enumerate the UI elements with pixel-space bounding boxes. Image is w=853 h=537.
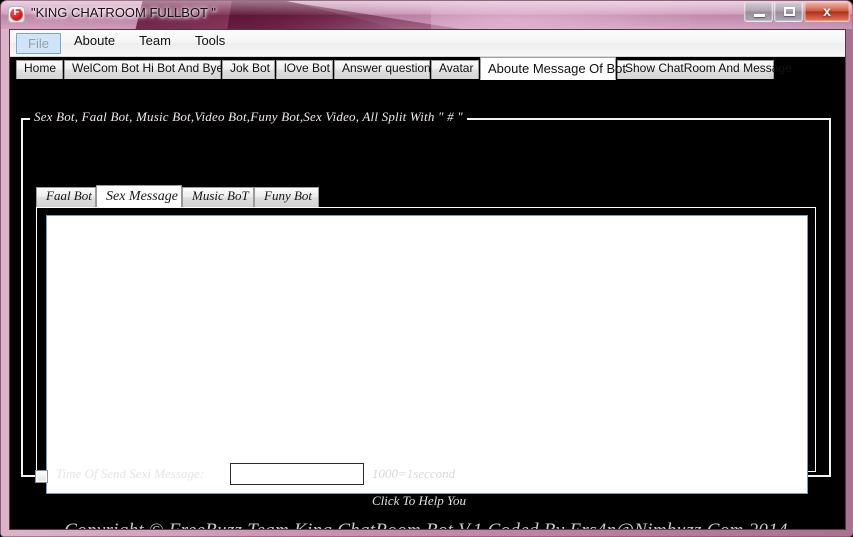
tab-aboute-message-of-bot[interactable]: Aboute Message Of Bot	[480, 57, 626, 80]
menu-bar: File Aboute Team Tools	[10, 30, 845, 57]
tab-avatar[interactable]: Avatar	[431, 60, 479, 79]
menu-item-aboute[interactable]: Aboute	[63, 33, 126, 54]
close-button[interactable]: x	[804, 2, 850, 22]
tab-page-aboute-message-of-bot: Sex Bot, Faal Bot, Music Bot,Video Bot,F…	[10, 80, 845, 529]
timer-label: Time Of Send Sexi Message:	[56, 466, 205, 481]
tab-show-chatroom-and-message[interactable]: Show ChatRoom And Message	[617, 60, 792, 79]
minimize-button[interactable]	[744, 2, 773, 22]
minimize-icon	[754, 14, 765, 17]
maximize-icon	[784, 7, 795, 16]
inner-tab-funy-bot[interactable]: Funy Bot	[254, 187, 319, 207]
application-window: F "KING CHATROOM FULLBOT " x File Aboute…	[0, 0, 853, 537]
menu-item-tools[interactable]: Tools	[184, 33, 236, 54]
freebuzz-logo-icon[interactable]: F	[8, 6, 25, 23]
help-link[interactable]: Click To Help You	[372, 493, 466, 511]
menu-item-file[interactable]: File	[16, 32, 61, 54]
inner-tab-page-sex-message	[36, 207, 816, 494]
close-icon: x	[823, 3, 831, 19]
message-text-area[interactable]	[46, 215, 808, 494]
tab-answer-question[interactable]: Answer question	[334, 60, 431, 79]
title-bar[interactable]: F "KING CHATROOM FULLBOT " x	[1, 1, 852, 29]
client-area: File Aboute Team Tools Home WelCom Bot H…	[9, 29, 846, 530]
tab-home[interactable]: Home	[16, 60, 63, 79]
window-controls: x	[743, 2, 850, 24]
copyright-footer: Copyright © FreeBuzz Team King ChatRoom …	[21, 520, 831, 529]
inner-tab-music-bot[interactable]: Music BoT	[182, 187, 254, 207]
main-tab-bar: Home WelCom Bot Hi Bot And Bye Bot Jok B…	[10, 57, 845, 80]
bots-group-box-label: Sex Bot, Faal Bot, Music Bot,Video Bot,F…	[30, 109, 467, 125]
window-title: "KING CHATROOM FULLBOT "	[31, 5, 216, 20]
maximize-button[interactable]	[774, 2, 803, 22]
inner-tab-faal-bot[interactable]: Faal Bot	[36, 187, 96, 207]
logo-letter: F	[13, 7, 20, 18]
timer-unit-hint: 1000=1seccond	[372, 466, 456, 481]
timer-enable-checkbox[interactable]	[35, 470, 48, 483]
tab-love-bot[interactable]: lOve Bot	[276, 60, 333, 79]
menu-item-team[interactable]: Team	[128, 33, 182, 54]
inner-tab-sex-message[interactable]: Sex Message	[96, 185, 182, 207]
tab-welcom-bot[interactable]: WelCom Bot Hi Bot And Bye Bot	[64, 60, 245, 79]
timer-input[interactable]	[230, 463, 364, 485]
tab-jok-bot[interactable]: Jok Bot	[222, 60, 275, 79]
